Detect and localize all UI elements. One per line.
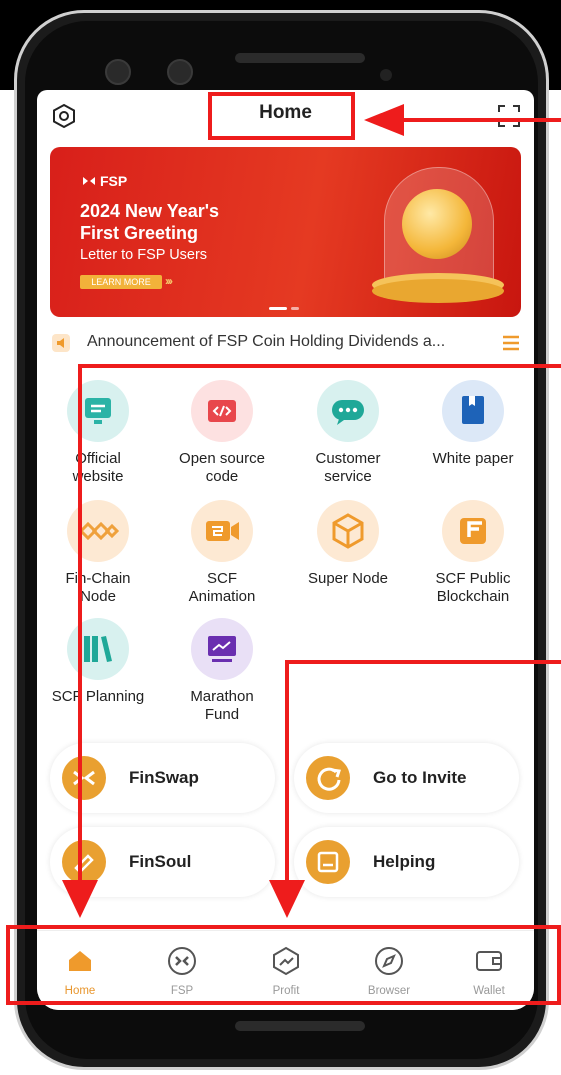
grid-label: Fin-Chain	[65, 570, 131, 587]
grid-label: Super Node	[307, 570, 389, 587]
banner-brand: FSP	[82, 173, 127, 189]
fsp-logo-icon	[83, 177, 95, 185]
books-icon	[67, 618, 129, 680]
arrow-down-home	[62, 880, 98, 918]
book-icon	[442, 380, 504, 442]
chat-icon	[317, 380, 379, 442]
code-icon	[191, 380, 253, 442]
helping-card[interactable]: Helping	[294, 827, 519, 897]
promo-banner[interactable]: FSP 2024 New Year's First Greeting Lette…	[50, 147, 521, 317]
grid-label: White paper	[432, 450, 514, 467]
title-highlight-box	[208, 92, 355, 140]
annotation-line	[285, 660, 289, 884]
finsoul-label: FinSoul	[129, 852, 192, 871]
coin-graphic	[402, 189, 472, 259]
finswap-label: FinSwap	[129, 768, 199, 787]
carousel-dot-active	[269, 307, 287, 311]
go-to-invite-label: Go to Invite	[373, 768, 467, 787]
go-to-invite-card[interactable]: Go to Invite	[294, 743, 519, 813]
announcement-text: Announcement of FSP Coin Holding Dividen…	[87, 333, 446, 350]
tabbar-highlight-box	[6, 925, 561, 1005]
grid-label: service	[324, 468, 372, 485]
grid-label: Node	[80, 588, 116, 605]
carousel-dot	[291, 307, 299, 311]
video-icon	[191, 500, 253, 562]
chain-node-icon	[67, 500, 129, 562]
finswap-card[interactable]: FinSwap	[50, 743, 275, 813]
coin-stack-graphic	[372, 279, 504, 303]
banner-title-line2: First Greeting	[80, 223, 199, 243]
camera-right	[167, 59, 193, 85]
invite-icon	[306, 756, 350, 800]
grid-item-white-paper[interactable]: White paper	[412, 380, 534, 468]
banner-title-line1: 2024 New Year's	[80, 201, 220, 221]
helping-label: Helping	[373, 852, 436, 871]
carousel-dots	[269, 300, 303, 317]
annotation-line	[78, 364, 561, 368]
grid-item-open-source-code[interactable]: Open source code	[161, 380, 283, 486]
arrow-to-title	[364, 104, 561, 136]
grid-item-super-node[interactable]: Super Node	[287, 500, 409, 588]
monitor-icon	[67, 380, 129, 442]
grid-label: Marathon	[190, 688, 254, 705]
grid-item-marathon-fund[interactable]: Marathon Fund	[161, 618, 283, 724]
grid-label: Customer	[315, 450, 381, 467]
cube-icon	[317, 500, 379, 562]
grid-label: Open source	[179, 450, 265, 467]
grid-label: Animation	[188, 588, 256, 605]
helping-icon	[306, 840, 350, 884]
annotation-line	[78, 364, 82, 884]
announcement-bar[interactable]: Announcement of FSP Coin Holding Dividen…	[50, 330, 521, 356]
blockchain-icon	[442, 500, 504, 562]
proximity-sensor	[380, 69, 392, 81]
earpiece-speaker	[235, 53, 365, 63]
grid-item-fin-chain-node[interactable]: Fin-Chain Node	[37, 500, 159, 606]
speaker-icon	[52, 334, 70, 352]
grid-item-scf-animation[interactable]: SCF Animation	[161, 500, 283, 606]
grid-item-scf-planning[interactable]: SCF Planning	[37, 618, 159, 706]
bottom-speaker	[235, 1021, 365, 1031]
chart-screen-icon	[191, 618, 253, 680]
grid-label: Official	[75, 450, 121, 467]
grid-item-customer-service[interactable]: Customer service	[287, 380, 409, 486]
chevrons-icon: ›››	[165, 274, 173, 288]
grid-label: SCF Public	[435, 570, 511, 587]
menu-icon[interactable]	[501, 335, 521, 351]
grid-label: SCF Planning	[51, 688, 145, 705]
grid-label: Fund	[204, 706, 240, 723]
learn-more-button[interactable]: LEARN MORE	[80, 275, 162, 289]
annotation-line	[285, 660, 561, 664]
grid-label: SCF	[207, 570, 237, 587]
swap-icon	[62, 756, 106, 800]
grid-label: code	[205, 468, 239, 485]
camera-left	[105, 59, 131, 85]
banner-subtitle: Letter to FSP Users	[80, 247, 208, 263]
banner-brand-text: FSP	[100, 173, 128, 189]
grid-item-official-website[interactable]: Official website	[37, 380, 159, 486]
arrow-down-profit	[269, 880, 305, 918]
grid-label: Blockchain	[436, 588, 510, 605]
grid-item-scf-public-blockchain[interactable]: SCF Public Blockchain	[412, 500, 534, 606]
